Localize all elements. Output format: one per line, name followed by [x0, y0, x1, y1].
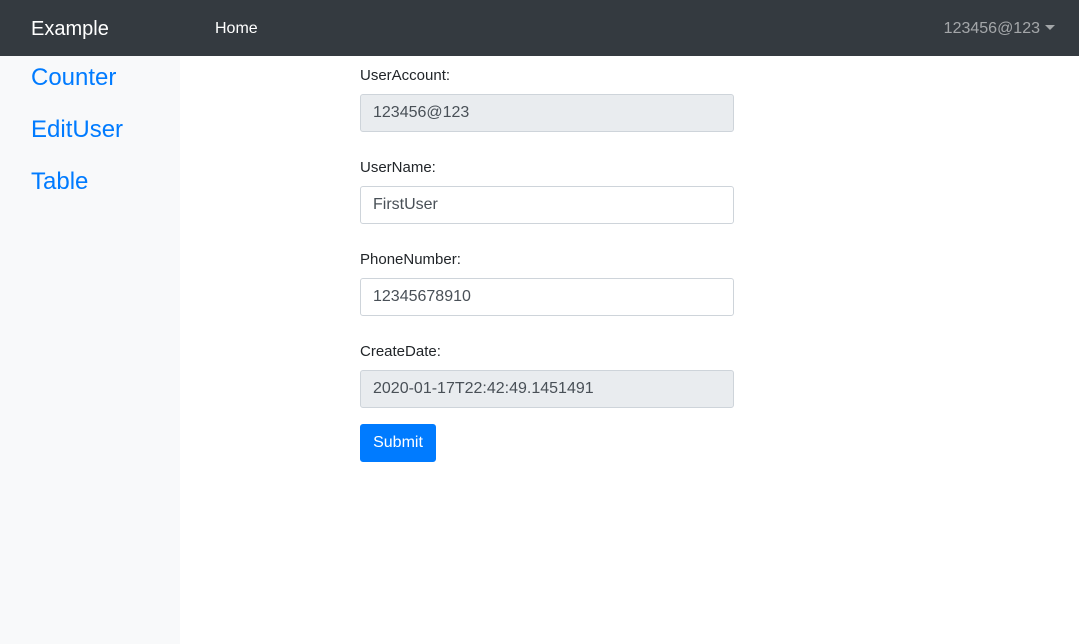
caret-down-icon	[1045, 24, 1055, 30]
user-name-label: UserName:	[360, 159, 436, 176]
sidebar-item-table[interactable]: Table	[31, 168, 88, 196]
create-date-label: CreateDate:	[360, 343, 441, 360]
user-name-field[interactable]	[360, 186, 734, 224]
sidebar: Counter EditUser Table	[0, 56, 180, 644]
sidebar-item-edituser[interactable]: EditUser	[31, 116, 123, 144]
phone-number-field[interactable]	[360, 278, 734, 316]
phone-number-label: PhoneNumber:	[360, 251, 461, 268]
user-menu-label: 123456@123	[943, 19, 1040, 37]
user-account-group: UserAccount:	[360, 66, 734, 132]
user-account-field[interactable]	[360, 94, 734, 132]
user-menu-dropdown[interactable]: 123456@123	[944, 0, 1055, 56]
submit-button[interactable]: Submit	[360, 424, 436, 462]
sidebar-item-counter[interactable]: Counter	[31, 64, 116, 92]
user-name-group: UserName:	[360, 158, 734, 224]
user-account-label: UserAccount:	[360, 67, 451, 84]
main-content: UserAccount: UserName: PhoneNumber: Crea…	[180, 56, 1079, 644]
brand-link[interactable]: Example	[31, 0, 109, 56]
top-navbar: Example Home 123456@123	[0, 0, 1079, 56]
create-date-field[interactable]	[360, 370, 734, 408]
create-date-group: CreateDate:	[360, 342, 734, 408]
nav-home-link[interactable]: Home	[215, 0, 258, 56]
phone-number-group: PhoneNumber:	[360, 250, 734, 316]
